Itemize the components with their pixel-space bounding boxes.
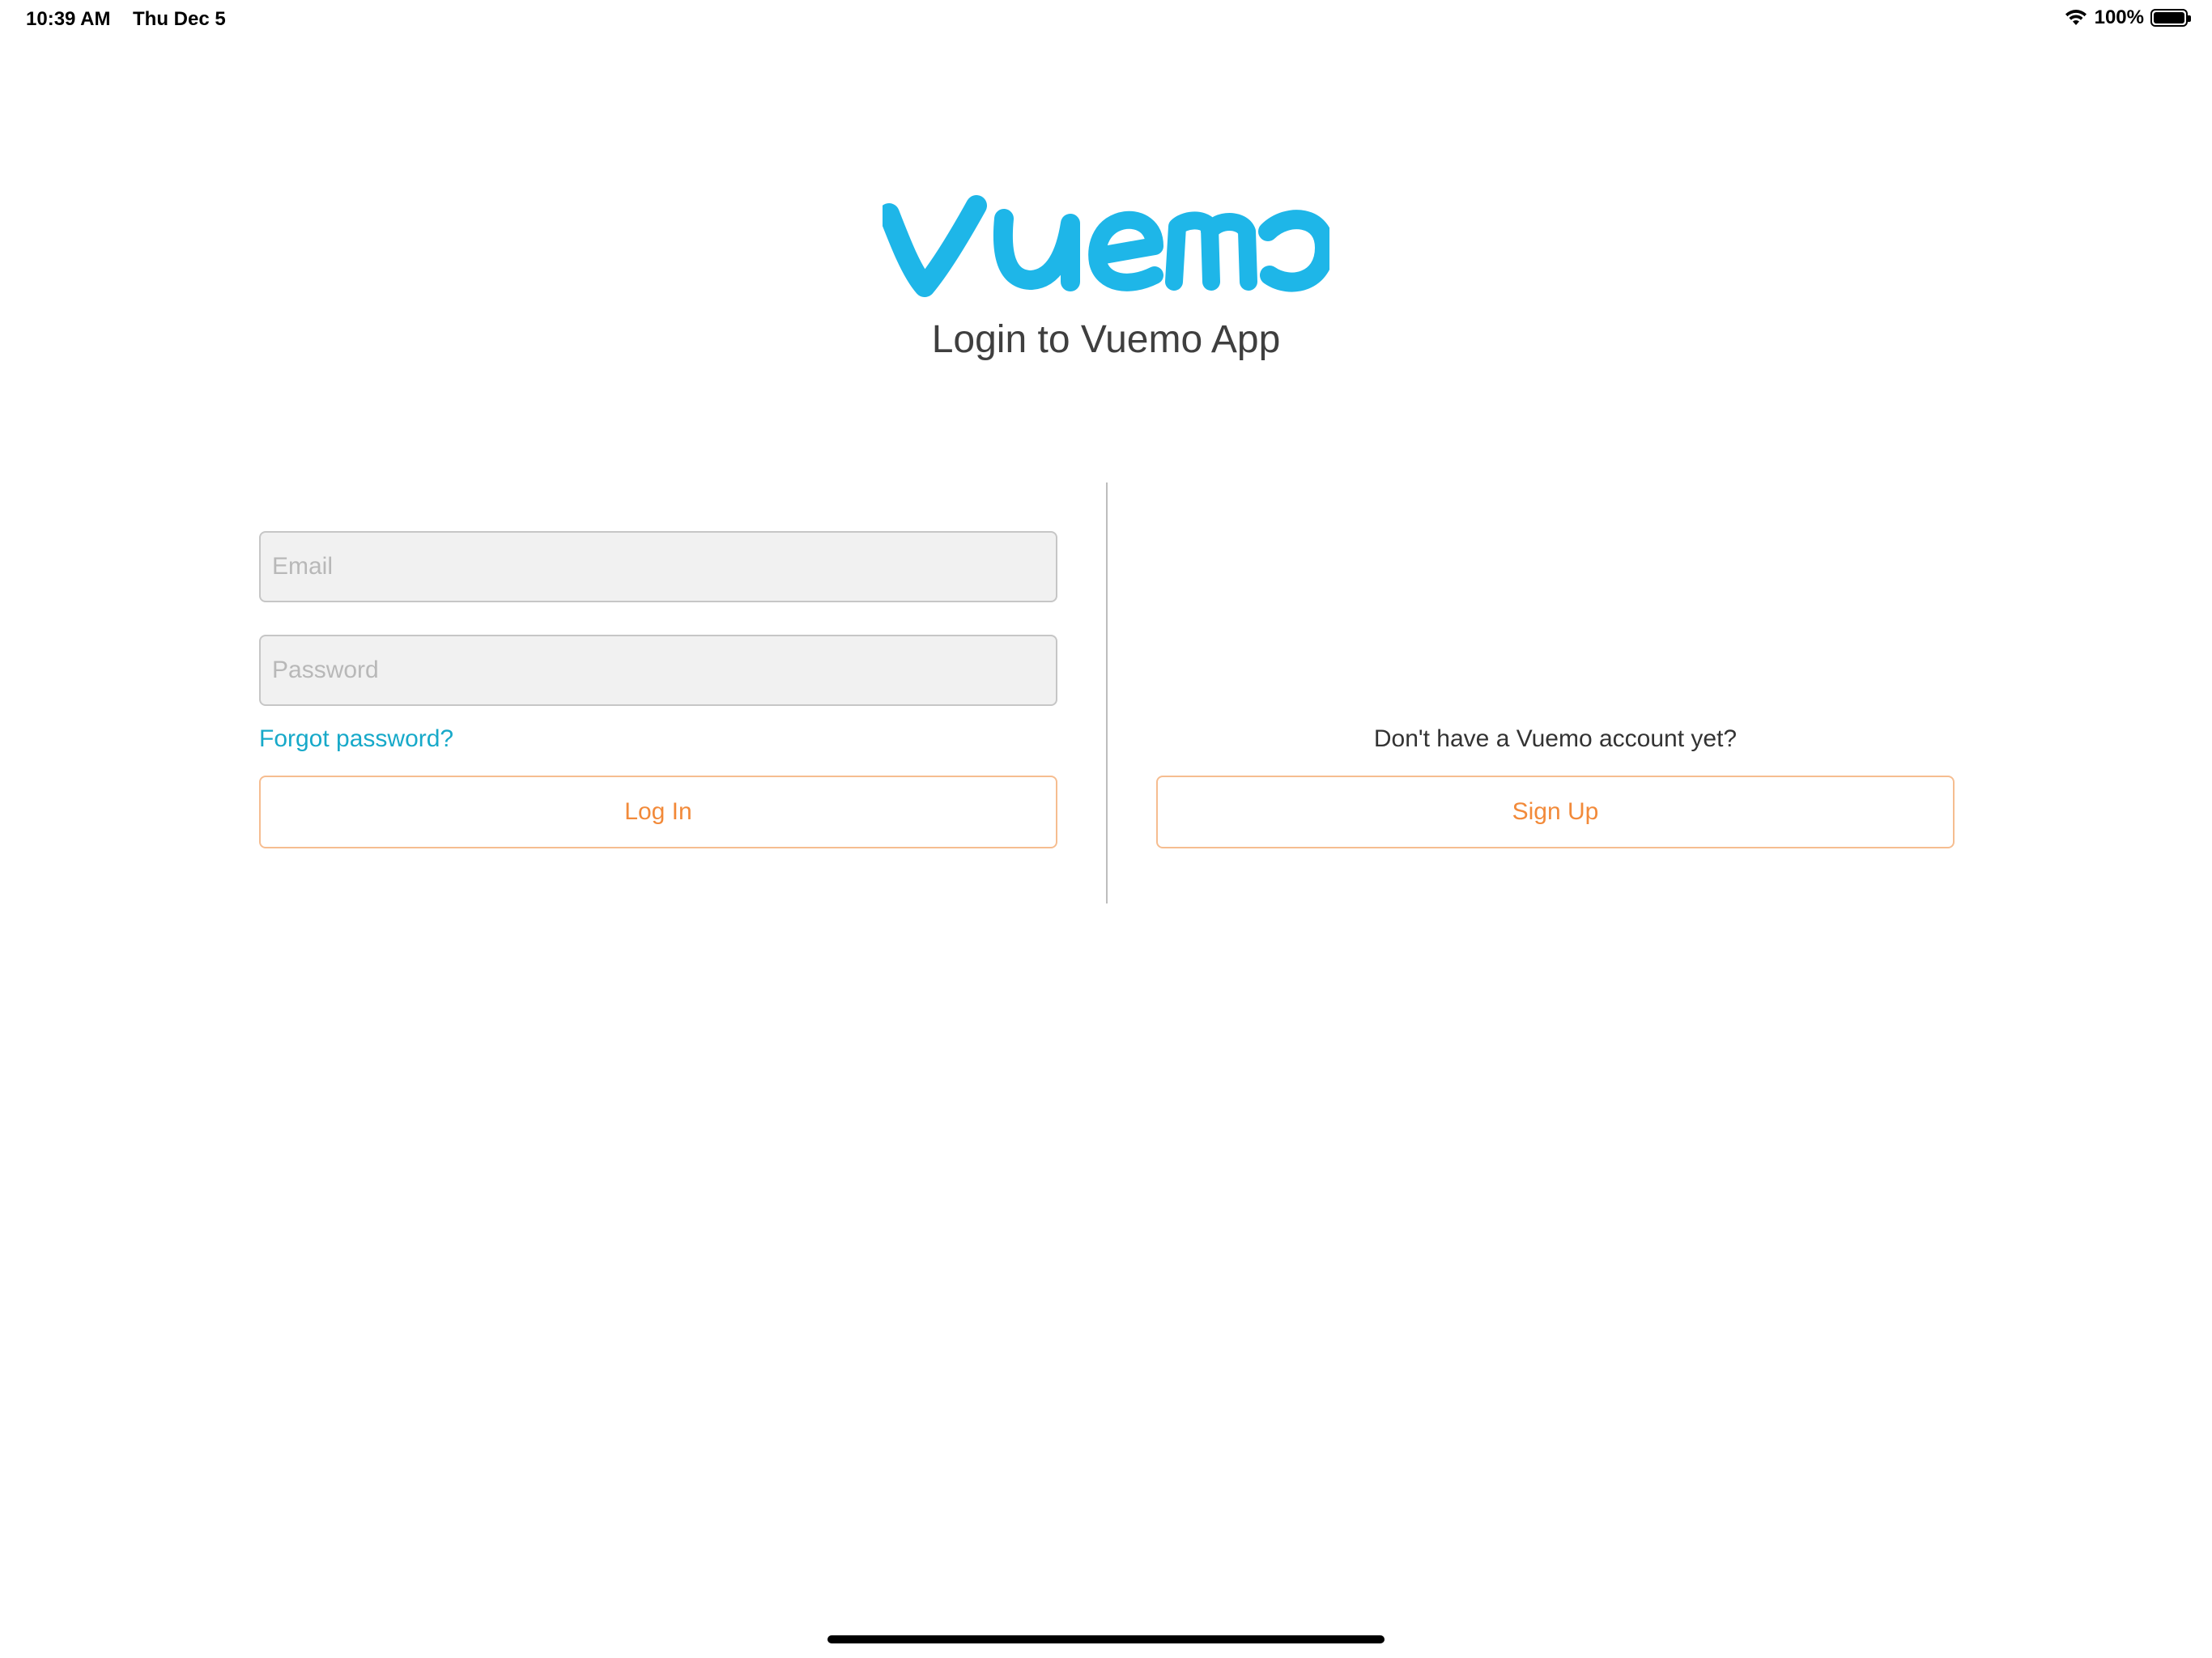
signup-button-label: Sign Up — [1512, 798, 1599, 825]
status-date: Thu Dec 5 — [133, 8, 226, 30]
battery-fill — [2154, 12, 2184, 23]
status-time: 10:39 AM — [26, 8, 111, 30]
status-indicators: 100% — [2064, 6, 2191, 29]
battery-percentage: 100% — [2094, 6, 2144, 28]
login-button[interactable]: Log In — [259, 776, 1057, 848]
wifi-icon — [2064, 9, 2088, 27]
status-bar: 10:39 AM Thu Dec 5 100% — [0, 0, 2212, 39]
battery-icon — [2150, 9, 2191, 27]
login-screen: 10:39 AM Thu Dec 5 100% Login to Vuemo A… — [0, 0, 2212, 1658]
vertical-divider — [1106, 483, 1108, 903]
page-title: Login to Vuemo App — [931, 318, 1281, 361]
email-field[interactable] — [259, 531, 1057, 602]
signup-prompt: Don't have a Vuemo account yet? — [1373, 725, 1738, 752]
password-field[interactable] — [259, 635, 1057, 706]
login-button-label: Log In — [624, 798, 692, 825]
home-indicator[interactable] — [827, 1635, 1385, 1643]
signup-button[interactable]: Sign Up — [1156, 776, 1955, 848]
forgot-password-link[interactable]: Forgot password? — [259, 725, 453, 753]
battery-nub — [2188, 15, 2191, 22]
vuemo-logo — [878, 194, 1334, 300]
